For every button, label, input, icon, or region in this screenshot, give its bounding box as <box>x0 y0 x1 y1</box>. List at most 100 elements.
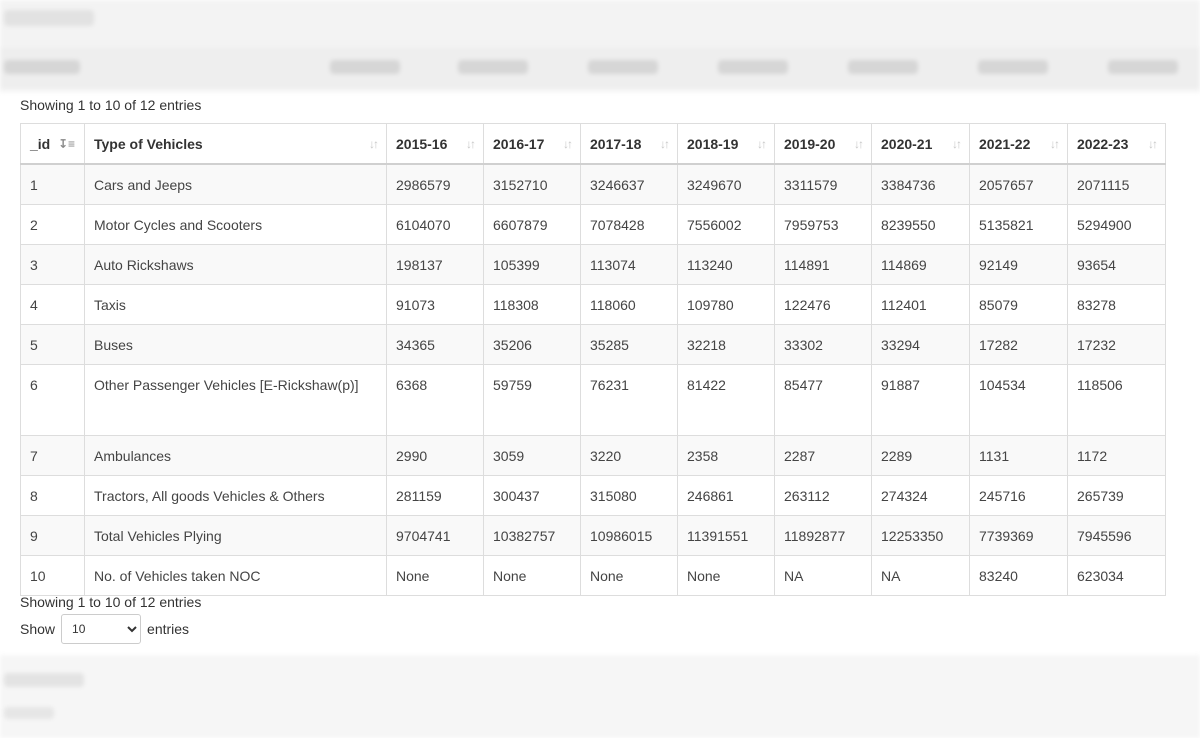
column-header-label: 2017-18 <box>590 135 642 152</box>
year-value-cell: 7959753 <box>774 204 872 245</box>
year-value-cell: 118060 <box>580 284 678 325</box>
vehicles-table: _id ↧≡ Type of Vehicles ↓↑ 2015-16 ↓↑ 2016-17 ↓… <box>20 123 1166 596</box>
column-header-6[interactable]: 2019-20 ↓↑ <box>774 123 872 165</box>
year-value-cell: 17282 <box>969 324 1068 365</box>
year-value-cell: 118506 <box>1067 364 1166 436</box>
year-value-cell: 3220 <box>580 435 678 476</box>
column-header-label: _id <box>30 135 51 152</box>
row-id-cell: 5 <box>20 324 85 365</box>
year-value-cell: 33302 <box>774 324 872 365</box>
year-value-cell: 2057657 <box>969 163 1068 205</box>
year-value-cell: 1172 <box>1067 435 1166 476</box>
blurred-header-cell <box>718 60 788 74</box>
vehicle-type-cell: Taxis <box>84 284 387 325</box>
year-value-cell: 6368 <box>386 364 484 436</box>
table-info-bottom: Showing 1 to 10 of 12 entries <box>20 594 202 610</box>
year-value-cell: 263112 <box>774 475 872 516</box>
year-value-cell: 10382757 <box>483 515 581 556</box>
sort-icon[interactable]: ↓↑ <box>1148 137 1158 151</box>
year-value-cell: NA <box>774 555 872 596</box>
column-header-4[interactable]: 2017-18 ↓↑ <box>580 123 678 165</box>
table-row: 3 Auto Rickshaws 198137 105399 113074 113240 1… <box>20 244 1166 285</box>
blurred-footer-text <box>4 673 84 687</box>
column-header-3[interactable]: 2016-17 ↓↑ <box>483 123 581 165</box>
year-value-cell: 7739369 <box>969 515 1068 556</box>
sort-icon[interactable]: ↓↑ <box>660 137 670 151</box>
column-header-9[interactable]: 2022-23 ↓↑ <box>1067 123 1166 165</box>
year-value-cell: 85477 <box>774 364 872 436</box>
row-id-cell: 6 <box>20 364 85 436</box>
year-value-cell: 2358 <box>677 435 775 476</box>
year-value-cell: NA <box>871 555 970 596</box>
table-body: 1 Cars and Jeeps 2986579 3152710 3246637 3249… <box>20 163 1166 596</box>
row-id-cell: 1 <box>20 163 85 205</box>
row-id-cell: 8 <box>20 475 85 516</box>
year-value-cell: 2289 <box>871 435 970 476</box>
year-value-cell: 2071115 <box>1067 163 1166 205</box>
sort-icon[interactable]: ↓↑ <box>854 137 864 151</box>
sort-ascending-icon[interactable]: ↧≡ <box>58 137 75 151</box>
table-row: 4 Taxis 91073 118308 118060 109780 122476 11240… <box>20 284 1166 325</box>
column-header-label: 2022-23 <box>1077 135 1129 152</box>
year-value-cell: 34365 <box>386 324 484 365</box>
year-value-cell: 35285 <box>580 324 678 365</box>
year-value-cell: 35206 <box>483 324 581 365</box>
year-value-cell: 3152710 <box>483 163 581 205</box>
column-header-label: 2015-16 <box>396 135 448 152</box>
sort-icon[interactable]: ↓↑ <box>563 137 573 151</box>
row-id-cell: 7 <box>20 435 85 476</box>
year-value-cell: 11391551 <box>677 515 775 556</box>
row-id-cell: 4 <box>20 284 85 325</box>
year-value-cell: 3311579 <box>774 163 872 205</box>
sort-icon[interactable]: ↓↑ <box>1050 137 1060 151</box>
vehicle-type-cell: Cars and Jeeps <box>84 163 387 205</box>
year-value-cell: 17232 <box>1067 324 1166 365</box>
table-row: 10 No. of Vehicles taken NOC None None None N… <box>20 555 1166 596</box>
year-value-cell: 118308 <box>483 284 581 325</box>
year-value-cell: 315080 <box>580 475 678 516</box>
year-value-cell: 114869 <box>871 244 970 285</box>
blurred-header-cell <box>848 60 918 74</box>
column-header-0[interactable]: _id ↧≡ <box>20 123 85 165</box>
vehicle-type-cell: Buses <box>84 324 387 365</box>
year-value-cell: 246861 <box>677 475 775 516</box>
blurred-header-cell <box>458 60 528 74</box>
column-header-2[interactable]: 2015-16 ↓↑ <box>386 123 484 165</box>
year-value-cell: 81422 <box>677 364 775 436</box>
sort-icon[interactable]: ↓↑ <box>369 137 379 151</box>
year-value-cell: 12253350 <box>871 515 970 556</box>
year-value-cell: 104534 <box>969 364 1068 436</box>
table-info-top: Showing 1 to 10 of 12 entries <box>20 97 202 113</box>
year-value-cell: 11892877 <box>774 515 872 556</box>
entries-per-page-select[interactable]: 10 <box>61 614 142 644</box>
year-value-cell: 114891 <box>774 244 872 285</box>
column-header-7[interactable]: 2020-21 ↓↑ <box>871 123 970 165</box>
table-row: 9 Total Vehicles Plying 9704741 10382757 109… <box>20 515 1166 556</box>
year-value-cell: 265739 <box>1067 475 1166 516</box>
year-value-cell: 300437 <box>483 475 581 516</box>
year-value-cell: 3246637 <box>580 163 678 205</box>
sort-icon[interactable]: ↓↑ <box>757 137 767 151</box>
year-value-cell: 6607879 <box>483 204 581 245</box>
column-header-5[interactable]: 2018-19 ↓↑ <box>677 123 775 165</box>
column-header-label: Type of Vehicles <box>94 135 203 152</box>
blurred-header-cell <box>4 60 80 74</box>
year-value-cell: 7078428 <box>580 204 678 245</box>
blurred-footer-area <box>0 655 1200 738</box>
blurred-footer-text <box>4 707 54 719</box>
year-value-cell: 113074 <box>580 244 678 285</box>
column-header-1[interactable]: Type of Vehicles ↓↑ <box>84 123 387 165</box>
sort-icon[interactable]: ↓↑ <box>466 137 476 151</box>
blurred-header-cell <box>978 60 1048 74</box>
vehicle-type-cell: Total Vehicles Plying <box>84 515 387 556</box>
year-value-cell: 6104070 <box>386 204 484 245</box>
year-value-cell: None <box>677 555 775 596</box>
vehicle-type-cell: Ambulances <box>84 435 387 476</box>
blurred-title <box>4 10 94 26</box>
year-value-cell: 9704741 <box>386 515 484 556</box>
year-value-cell: 281159 <box>386 475 484 516</box>
vehicle-type-cell: Motor Cycles and Scooters <box>84 204 387 245</box>
row-id-cell: 2 <box>20 204 85 245</box>
column-header-8[interactable]: 2021-22 ↓↑ <box>969 123 1068 165</box>
sort-icon[interactable]: ↓↑ <box>952 137 962 151</box>
